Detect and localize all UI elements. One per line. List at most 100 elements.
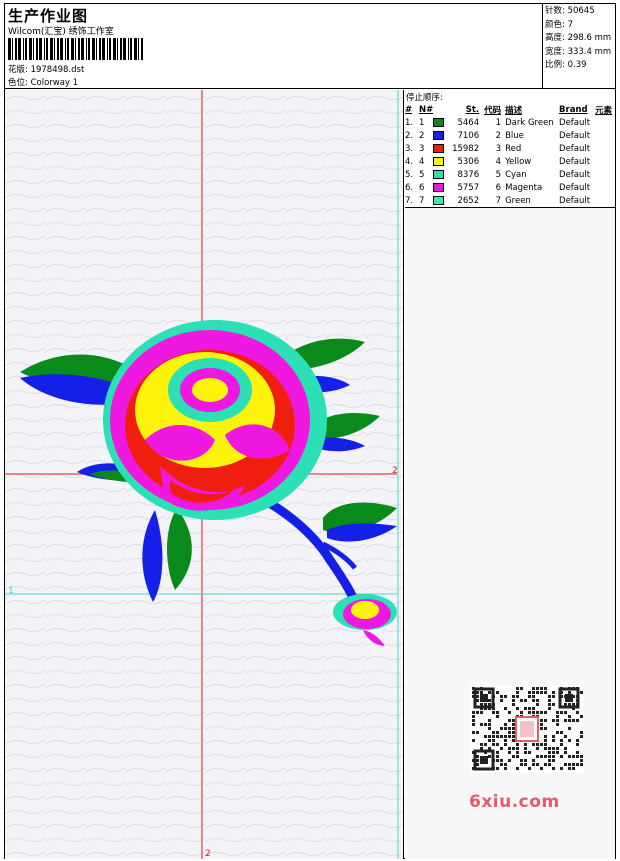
row-num: 1. [405,117,414,128]
col-num: # [405,104,413,115]
colorway-value: Colorway 1 [30,78,79,88]
row-stitches: 2652 [457,195,480,206]
row-num: 7. [405,195,414,206]
design-file-row: 花版: 1978498.dst [8,63,84,75]
col-brand: Brand [559,104,588,115]
design-stats: 针数: 50645 颜色: 7 高度: 298.6 mm 宽度: 333.4 m… [542,4,615,89]
row-code: 7 [495,195,502,206]
table-header: # N# St. 代码 描述 Brand 元素 [405,103,615,116]
worksheet-header: 生产作业图 Wilcom(汇宝) 绣饰工作室 花版: 1978498.dst 色… [5,4,615,89]
cyan-guide-label: 1 [8,586,14,596]
row-desc: Magenta [505,182,543,193]
stat-scale: 比例: 0.39 [545,60,587,70]
color-stop-panel: 停止顺序: # N# St. 代码 描述 Brand 元素 1. 1 5464 1 Da… [405,90,615,859]
row-swatch [433,181,449,194]
row-swatch [433,168,449,181]
row-brand: Default [559,169,591,180]
stat-height: 高度: 298.6 mm [545,33,612,43]
row-brand: Default [559,195,591,206]
row-code: 1 [495,117,502,128]
stat-width: 宽度: 333.4 mm [545,46,612,57]
table-row: 1. 1 5464 1 Dark Green Default [405,116,615,129]
stat-stitches: 针数: 50645 [545,6,595,16]
qr-code [470,685,583,773]
col-desc: 描述 [505,105,523,116]
barcode [8,38,143,60]
color-swatch [433,182,445,192]
studio-name: Wilcom(汇宝) 绣饰工作室 [8,27,114,37]
vertical-guide-label: 2 [205,849,211,859]
row-desc: Blue [505,130,524,141]
row-stitches: 5464 [457,117,480,128]
table-row: 4. 4 5306 4 Yellow Default [405,155,615,168]
color-swatch [433,169,445,179]
col-code: 代码 [484,105,502,116]
row-stitches: 7106 [457,130,480,141]
row-element [595,116,615,129]
design-preview: 2 1 2 [5,90,404,859]
row-n: 3 [418,143,425,154]
table-row: 2. 2 7106 2 Blue Default [405,129,615,142]
row-desc: Green [505,195,531,206]
row-num: 6. [405,182,414,193]
row-num: 4. [405,156,414,167]
row-code: 5 [495,169,502,180]
row-desc: Red [505,143,522,154]
row-code: 4 [495,156,502,167]
row-stitches: 5306 [457,156,480,167]
leaf-lower-blue [142,510,163,602]
table-row: 7. 7 2652 7 Green Default [405,194,615,207]
row-desc: Cyan [505,169,527,180]
row-swatch [433,142,449,155]
design-file-value: 1978498.dst [30,65,85,75]
red-guide-label: 2 [392,466,398,476]
row-n: 2 [418,130,425,141]
row-brand: Default [559,182,591,193]
row-brand: Default [559,117,591,128]
color-swatch [433,143,445,153]
row-num: 2. [405,130,414,141]
row-desc: Yellow [505,156,532,167]
row-n: 7 [418,195,425,206]
color-swatch [433,130,445,140]
colorway-label: 色位: [8,78,28,88]
design-file-label: 花版: [8,65,28,75]
row-swatch [433,116,449,129]
row-stitches: 15982 [452,143,480,154]
col-swatch [433,103,449,116]
row-code: 3 [495,143,502,154]
color-swatch [433,195,445,205]
watermark-logo: 6xiu.com [469,792,560,812]
table-row: 6. 6 5757 6 Magenta Default [405,181,615,194]
row-n: 6 [418,182,425,193]
row-element [595,168,615,181]
rose-head [103,320,327,520]
embroidery-artwork: 2 1 2 [5,90,399,859]
row-num: 3. [405,143,414,154]
row-swatch [433,129,449,142]
row-stitches: 8376 [457,169,480,180]
row-brand: Default [559,130,591,141]
row-num: 5. [405,169,414,180]
row-n: 5 [418,169,425,180]
row-n: 4 [418,156,425,167]
row-stitches: 5757 [457,182,480,193]
row-desc: Dark Green [505,117,554,128]
row-code: 2 [495,130,502,141]
stat-colors: 颜色: 7 [545,19,573,30]
row-brand: Default [559,156,591,167]
row-element [595,181,615,194]
row-element [595,155,615,168]
row-brand: Default [559,143,591,154]
worksheet-frame: 生产作业图 Wilcom(汇宝) 绣饰工作室 花版: 1978498.dst 色… [4,3,616,859]
table-row: 5. 5 8376 5 Cyan Default [405,168,615,181]
stop-sequence-label: 停止顺序: [406,93,443,103]
row-n: 1 [418,117,425,128]
row-element [595,142,615,155]
color-swatch [433,156,445,166]
row-element [595,194,615,207]
row-element [595,129,615,142]
rose-bud [333,594,397,646]
row-swatch [433,194,449,207]
col-stitches: St. [465,104,480,115]
